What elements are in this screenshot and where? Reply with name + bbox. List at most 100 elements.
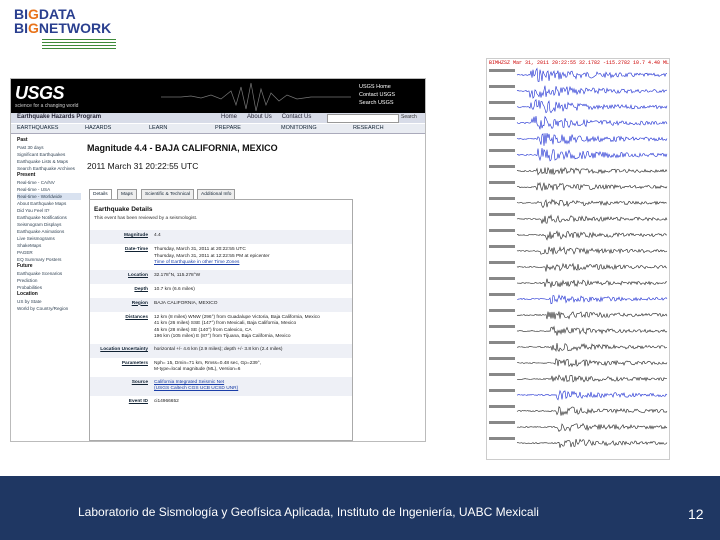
main-nav: EARTHQUAKES HAZARDS LEARN PREPARE MONITORING… [11, 124, 425, 134]
trace-label [489, 165, 515, 168]
nav-item-earthquakes[interactable]: EARTHQUAKES [17, 125, 58, 131]
seismogram-trace [516, 374, 668, 383]
trace-label [489, 309, 515, 312]
seismogram-trace [516, 115, 668, 130]
seismogram-trace [516, 278, 668, 288]
sidebar-item[interactable]: Did You Feel It? [17, 207, 81, 214]
seismogram-trace [516, 294, 668, 305]
nav-item-research[interactable]: RESEARCH [353, 125, 384, 131]
usgs-link-1[interactable]: Contact USGS [359, 91, 395, 99]
page-number: 12 [688, 506, 704, 522]
sidebar-item[interactable]: About Earthquake Maps [17, 200, 81, 207]
seismogram-trace [516, 133, 668, 146]
sidebar-heading: Location [17, 291, 38, 297]
top-link-0[interactable]: Home [221, 114, 237, 120]
detail-row: Source California Integrated Seismic Net(… [90, 376, 352, 396]
trace-label [489, 149, 515, 152]
usgs-tagline: science for a changing world [15, 103, 79, 109]
search-input[interactable] [327, 114, 399, 123]
top-link-2[interactable]: Contact Us [282, 114, 312, 120]
detail-label[interactable]: Parameters [92, 361, 148, 366]
sidebar-item[interactable]: Live Seismograms [17, 235, 81, 242]
sidebar-item[interactable]: Real-time - USA [17, 186, 81, 193]
trace-label [489, 181, 515, 184]
detail-label[interactable]: Magnitude [92, 233, 148, 238]
detail-label[interactable]: Source [92, 380, 148, 385]
sidebar-item[interactable]: Prediction [17, 277, 81, 284]
detail-label[interactable]: Distances [92, 315, 148, 320]
detail-value: 4.4 [154, 233, 161, 238]
seismogram-trace [516, 67, 668, 82]
sidebar-heading: Future [17, 263, 33, 269]
nav-item-monitoring[interactable]: MONITORING [281, 125, 317, 131]
sidebar-item[interactable]: Significant Earthquakes [17, 151, 81, 158]
seismogram-trace [516, 198, 668, 209]
sidebar-item[interactable]: EQ Summary Posters [17, 256, 81, 263]
sidebar-item[interactable]: ShakeMaps [17, 242, 81, 249]
logo-line-2: BIGNETWORK [14, 20, 112, 36]
seismogram-trace [516, 325, 668, 336]
trace-label [489, 405, 515, 408]
trace-label [489, 293, 515, 296]
seismogram-traces [489, 67, 668, 448]
nav-item-learn[interactable]: LEARN [149, 125, 167, 131]
trace-label [489, 245, 515, 248]
detail-value: 10.7 km (6.6 miles) [154, 286, 195, 292]
details-panel: Earthquake Details This event has been r… [89, 199, 353, 441]
sidebar-item[interactable]: Past 30 days [17, 144, 81, 151]
footer-text: Laboratorio de Sismología y Geofísica Ap… [78, 505, 539, 519]
detail-value: ci14966652 [154, 398, 179, 404]
sidebar-item[interactable]: Search Earthquake Archives [17, 165, 81, 172]
detail-label[interactable]: Region [92, 301, 148, 306]
sidebar-item[interactable]: Earthquake Notifications [17, 214, 81, 221]
trace-label [489, 229, 515, 232]
event-title: Magnitude 4.4 - BAJA CALIFORNIA, MEXICO [87, 143, 278, 153]
seismogram-trace [516, 389, 668, 401]
sidebar-item[interactable]: Probabilities [17, 284, 81, 291]
usgs-link-0[interactable]: USGS Home [359, 83, 395, 91]
detail-value[interactable]: (USGS Caltech CGS UCB UCSD UNR) [154, 386, 238, 393]
sidebar-menu: Past Past 30 days Significant Earthquakes E… [17, 137, 81, 387]
search-button[interactable]: Search [401, 114, 417, 120]
trace-label [489, 69, 515, 72]
usgs-logo[interactable]: USGS [15, 83, 65, 104]
sidebar-item[interactable]: Seismogram Displays [17, 221, 81, 228]
detail-label[interactable]: Event ID [92, 399, 148, 404]
detail-label[interactable]: Location Uncertainty [92, 347, 148, 352]
trace-label [489, 389, 515, 392]
detail-row: Event ID ci14966652 [90, 396, 352, 410]
trace-label [489, 277, 515, 280]
detail-label[interactable]: Depth [92, 287, 148, 292]
sidebar-item[interactable]: US by State [17, 298, 81, 305]
seismogram-trace [516, 85, 667, 99]
sidebar-item[interactable]: Real-time - Worldwide [17, 193, 81, 200]
detail-label[interactable]: Date-Time [92, 247, 148, 252]
trace-label [489, 421, 515, 424]
sidebar-item[interactable]: Real-time - CA/NV [17, 179, 81, 186]
detail-label[interactable]: Location [92, 273, 148, 278]
trace-label [489, 437, 515, 440]
trace-label [489, 133, 515, 136]
seismogram-trace [516, 214, 668, 224]
detail-value: horizontal +/- 4.6 km (2.9 miles); depth… [154, 346, 283, 352]
usgs-link-2[interactable]: Search USGS [359, 99, 395, 107]
seismogram-trace [516, 358, 668, 368]
sidebar-item[interactable]: Earthquake Scenarios [17, 270, 81, 277]
seismogram-trace [516, 181, 668, 192]
detail-row: Magnitude 4.4 [90, 230, 352, 244]
nav-item-prepare[interactable]: PREPARE [215, 125, 241, 131]
detail-row: Region BAJA CALIFORNIA, MEXICO [90, 297, 352, 312]
seismogram-trace [516, 230, 667, 241]
trace-label [489, 325, 515, 328]
details-heading: Earthquake Details [94, 206, 153, 213]
sidebar-item[interactable]: PAGER [17, 249, 81, 256]
top-links: Home About Us Contact Us [221, 114, 321, 120]
detail-value[interactable]: Time of Earthquake in other Time Zones [154, 260, 239, 267]
sidebar-item[interactable]: Earthquake Animations [17, 228, 81, 235]
nav-item-hazards[interactable]: HAZARDS [85, 125, 111, 131]
detail-value: BAJA CALIFORNIA, MEXICO [154, 300, 218, 306]
top-link-1[interactable]: About Us [247, 114, 272, 120]
sidebar-item[interactable]: Earthquake Lists & Maps [17, 158, 81, 165]
event-datetime: 2011 March 31 20:22:55 UTC [87, 161, 199, 171]
sidebar-item[interactable]: World by Country/Region [17, 305, 81, 312]
